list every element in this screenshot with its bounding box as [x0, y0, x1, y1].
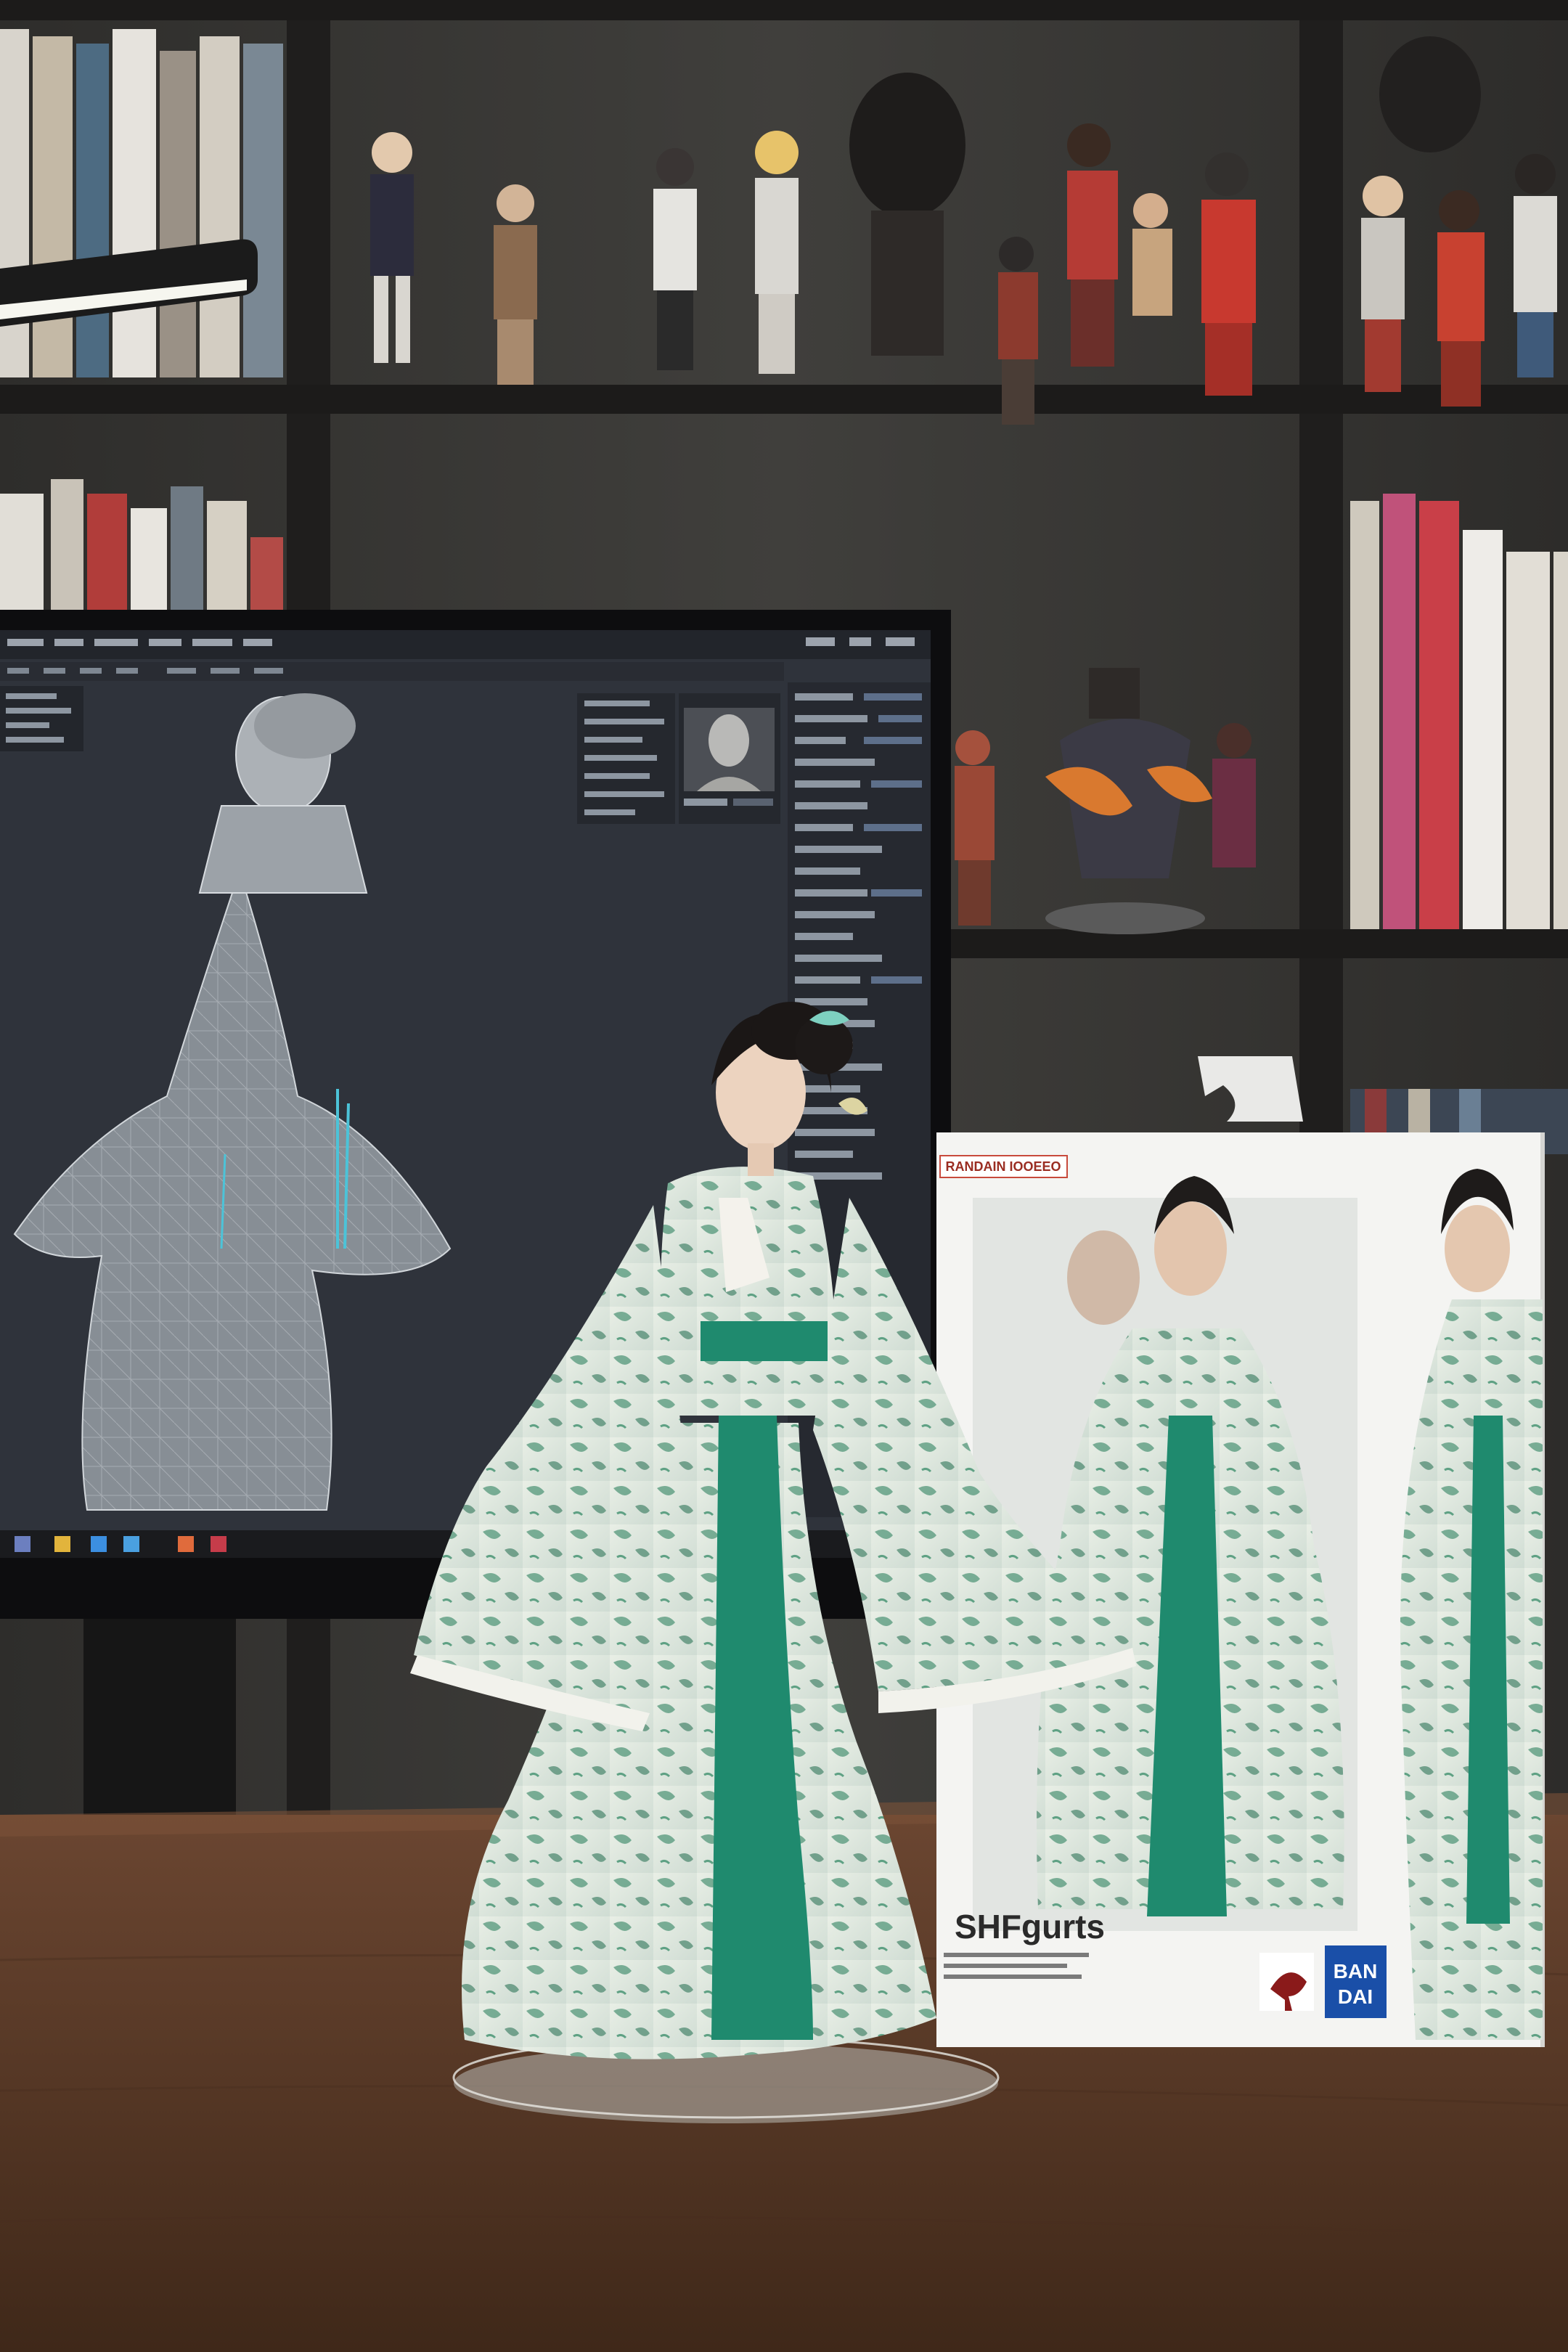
bandai-logo-line2: DAI — [1338, 1985, 1373, 2008]
box-brand-logo: SHFgurts — [955, 1908, 1105, 1945]
green-sash — [701, 1321, 828, 1361]
shelf-board — [0, 385, 1568, 414]
photo-scene: RANDAIN IOOEEO SHFgurts BAN DAI — [0, 0, 1568, 2352]
shelf-board — [0, 0, 1568, 20]
bandai-logo-line1: BAN — [1334, 1960, 1378, 1983]
box-top-label: RANDAIN IOOEEO — [945, 1159, 1061, 1174]
books-right — [1350, 494, 1568, 929]
monitor — [0, 610, 951, 1619]
